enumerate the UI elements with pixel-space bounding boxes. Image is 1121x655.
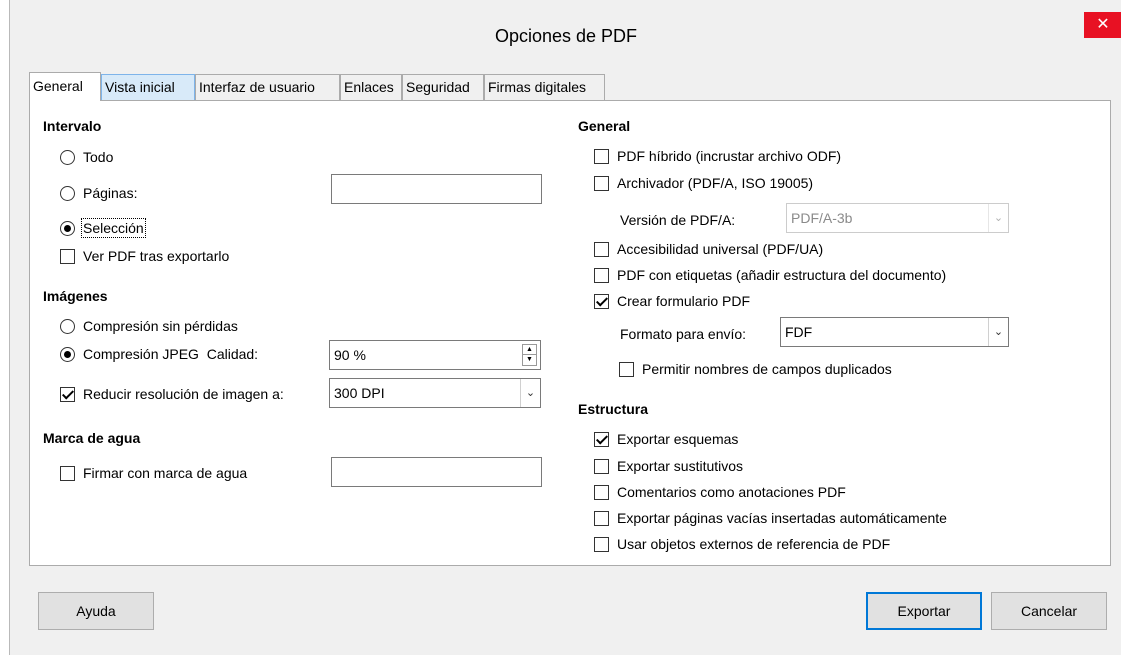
resolution-value: 300 DPI bbox=[334, 385, 385, 401]
checkbox-indicator bbox=[594, 293, 609, 309]
spin-up-icon[interactable]: ▲ bbox=[523, 345, 536, 355]
chevron-down-icon: ⌄ bbox=[520, 379, 540, 407]
range-all-radio[interactable]: Todo bbox=[60, 147, 113, 167]
range-selection-label: Selección bbox=[81, 218, 146, 238]
radio-indicator bbox=[60, 318, 75, 334]
view-after-export-label: Ver PDF tras exportarlo bbox=[83, 248, 230, 264]
checkbox-indicator bbox=[594, 484, 609, 500]
checkbox-indicator bbox=[594, 241, 609, 257]
jpeg-quality-value: 90 % bbox=[334, 347, 366, 363]
range-all-label: Todo bbox=[83, 149, 114, 165]
universal-accessibility-checkbox[interactable]: Accesibilidad universal (PDF/UA) bbox=[594, 239, 823, 259]
checkbox-indicator bbox=[594, 148, 609, 164]
lossless-compression-radio[interactable]: Compresión sin pérdidas bbox=[60, 316, 238, 336]
export-outlines-checkbox[interactable]: Exportar esquemas bbox=[594, 429, 738, 449]
cancel-button[interactable]: Cancelar bbox=[991, 592, 1107, 630]
comments-as-annotations-checkbox[interactable]: Comentarios como anotaciones PDF bbox=[594, 482, 846, 502]
create-pdf-form-checkbox[interactable]: Crear formulario PDF bbox=[594, 291, 750, 311]
submit-format-value: FDF bbox=[785, 324, 813, 340]
export-button[interactable]: Exportar bbox=[866, 592, 982, 630]
reference-xobjects-checkbox[interactable]: Usar objetos externos de referencia de P… bbox=[594, 534, 890, 554]
watermark-heading: Marca de agua bbox=[43, 430, 141, 446]
hybrid-pdf-checkbox[interactable]: PDF híbrido (incrustar archivo ODF) bbox=[594, 146, 841, 166]
checkbox-indicator bbox=[60, 248, 75, 264]
checkbox-indicator bbox=[594, 431, 609, 447]
reduce-resolution-label: Reducir resolución de imagen a: bbox=[83, 386, 284, 402]
tagged-pdf-checkbox[interactable]: PDF con etiquetas (añadir estructura del… bbox=[594, 265, 946, 285]
jpeg-compression-radio[interactable]: Compresión JPEG Calidad: bbox=[60, 344, 258, 364]
checkbox-indicator bbox=[60, 386, 75, 402]
comments-as-annotations-label: Comentarios como anotaciones PDF bbox=[617, 484, 846, 500]
range-pages-label: Páginas: bbox=[83, 185, 138, 201]
help-button[interactable]: Ayuda bbox=[38, 592, 154, 630]
export-blank-pages-checkbox[interactable]: Exportar páginas vacías insertadas autom… bbox=[594, 508, 947, 528]
tab-general[interactable]: General bbox=[29, 72, 101, 101]
checkbox-indicator bbox=[594, 510, 609, 526]
checkbox-indicator bbox=[594, 267, 609, 283]
duplicate-field-names-label: Permitir nombres de campos duplicados bbox=[642, 361, 892, 377]
duplicate-field-names-checkbox[interactable]: Permitir nombres de campos duplicados bbox=[619, 359, 892, 379]
radio-indicator bbox=[60, 346, 75, 362]
lossless-compression-label: Compresión sin pérdidas bbox=[83, 318, 238, 334]
export-blank-pages-label: Exportar páginas vacías insertadas autom… bbox=[617, 510, 947, 526]
watermark-input[interactable] bbox=[331, 457, 542, 487]
radio-indicator bbox=[60, 185, 75, 201]
export-placeholders-label: Exportar sustitutivos bbox=[617, 458, 744, 474]
export-outlines-label: Exportar esquemas bbox=[617, 431, 739, 447]
checkbox-indicator bbox=[594, 175, 609, 191]
general-heading: General bbox=[578, 118, 631, 134]
title-bar: Opciones de PDF ✕ bbox=[10, 0, 1121, 68]
tab-user-interface[interactable]: Interfaz de usuario bbox=[195, 74, 340, 100]
structure-heading: Estructura bbox=[578, 401, 649, 417]
sign-watermark-checkbox[interactable]: Firmar con marca de agua bbox=[60, 463, 247, 483]
range-selection-radio[interactable]: Selección bbox=[60, 218, 146, 238]
reduce-resolution-checkbox[interactable]: Reducir resolución de imagen a: bbox=[60, 384, 284, 404]
radio-indicator bbox=[60, 149, 75, 165]
checkbox-indicator bbox=[619, 361, 634, 377]
general-tab-panel: Intervalo Todo Páginas: Selección Ver PD… bbox=[29, 100, 1111, 566]
universal-accessibility-label: Accesibilidad universal (PDF/UA) bbox=[617, 241, 824, 257]
resolution-dropdown[interactable]: 300 DPI ⌄ bbox=[329, 378, 541, 408]
pdfa-version-dropdown: PDF/A-3b ⌄ bbox=[786, 203, 1009, 233]
spin-down-icon[interactable]: ▼ bbox=[523, 355, 536, 365]
view-after-export-checkbox[interactable]: Ver PDF tras exportarlo bbox=[60, 246, 229, 266]
submit-format-label: Formato para envío: bbox=[620, 326, 747, 342]
spin-buttons[interactable]: ▲ ▼ bbox=[522, 344, 537, 366]
export-placeholders-checkbox[interactable]: Exportar sustitutivos bbox=[594, 456, 743, 476]
pdfa-version-label: Versión de PDF/A: bbox=[620, 212, 736, 228]
chevron-down-icon: ⌄ bbox=[988, 204, 1008, 232]
archive-pdfa-checkbox[interactable]: Archivador (PDF/A, ISO 19005) bbox=[594, 173, 813, 193]
checkbox-indicator bbox=[594, 536, 609, 552]
tagged-pdf-label: PDF con etiquetas (añadir estructura del… bbox=[617, 267, 947, 283]
range-pages-radio[interactable]: Páginas: bbox=[60, 183, 137, 203]
create-pdf-form-label: Crear formulario PDF bbox=[617, 293, 751, 309]
pdfa-version-value: PDF/A-3b bbox=[791, 210, 853, 226]
sign-watermark-label: Firmar con marca de agua bbox=[83, 465, 248, 481]
tab-security[interactable]: Seguridad bbox=[402, 74, 484, 100]
tab-links[interactable]: Enlaces bbox=[340, 74, 402, 100]
close-button[interactable]: ✕ bbox=[1084, 12, 1121, 38]
checkbox-indicator bbox=[60, 465, 75, 481]
pdf-options-dialog: Opciones de PDF ✕ General Vista inicial … bbox=[9, 0, 1121, 655]
radio-indicator bbox=[60, 220, 75, 236]
pages-input[interactable] bbox=[331, 174, 542, 204]
tab-digital-signatures[interactable]: Firmas digitales bbox=[484, 74, 605, 100]
dialog-title: Opciones de PDF bbox=[494, 26, 638, 46]
close-icon: ✕ bbox=[1096, 16, 1110, 33]
jpeg-compression-label: Compresión JPEG Calidad: bbox=[83, 346, 259, 362]
reference-xobjects-label: Usar objetos externos de referencia de P… bbox=[617, 536, 891, 552]
range-heading: Intervalo bbox=[43, 118, 102, 134]
chevron-down-icon: ⌄ bbox=[988, 318, 1008, 346]
images-heading: Imágenes bbox=[43, 288, 108, 304]
archive-pdfa-label: Archivador (PDF/A, ISO 19005) bbox=[617, 175, 814, 191]
checkbox-indicator bbox=[594, 458, 609, 474]
jpeg-quality-spinbox[interactable]: 90 % ▲ ▼ bbox=[329, 340, 541, 370]
hybrid-pdf-label: PDF híbrido (incrustar archivo ODF) bbox=[617, 148, 842, 164]
tab-initial-view[interactable]: Vista inicial bbox=[101, 74, 195, 100]
submit-format-dropdown[interactable]: FDF ⌄ bbox=[780, 317, 1009, 347]
